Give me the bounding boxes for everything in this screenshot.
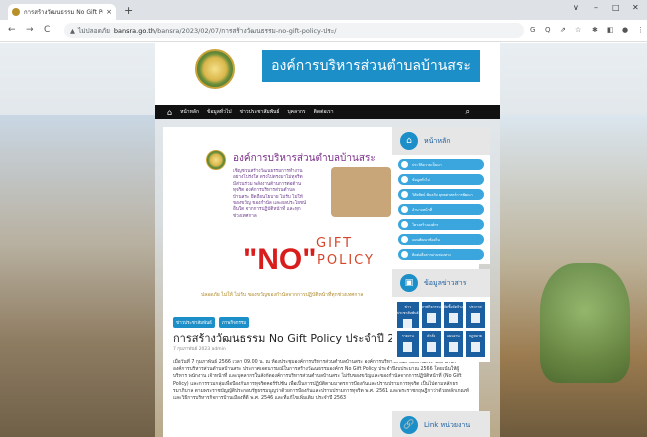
site-brand-banner: องค์การบริหารส่วนตำบลบ้านสระ (262, 50, 480, 82)
poster-no-text: "NO" (243, 243, 317, 276)
share-icon[interactable]: ⇗ (560, 26, 566, 34)
sidebar: ⌂ หน้าหลัก ประวัติความเป็นมา ข้อมูลทั่วไ… (392, 127, 492, 437)
news-grid-item[interactable]: คำสั่ง (421, 331, 441, 357)
site-logo[interactable] (195, 49, 235, 89)
document-icon (448, 313, 458, 323)
not-secure-label: ไม่ปลอดภัย (78, 26, 110, 35)
tab-title: การสร้างวัฒนธรรม No Gift Policy ป (24, 9, 103, 16)
google-lens-icon[interactable]: G (530, 26, 535, 34)
menu-item-contact[interactable]: ติดต่อเรา (314, 108, 334, 116)
tab-search-icon[interactable]: ∨ (573, 3, 579, 12)
site-favicon-icon (12, 8, 20, 16)
poster-footer: ปลอดภัย ไม่ให้ ไม่รับ ของขวัญของกำนัลจาก… (201, 292, 364, 298)
sidebar-link-history[interactable]: ประวัติความเป็นมา (398, 159, 484, 170)
back-button[interactable]: ← (8, 25, 16, 35)
url-field[interactable]: ▲ ไม่ปลอดภัย bansra.go.th /bansra/2023/0… (64, 23, 524, 38)
menu-item-personnel[interactable]: บุคลากร (287, 108, 305, 116)
poster-policy-text: POLICY (317, 253, 375, 268)
sidepanel-icon[interactable]: ◧ (607, 26, 614, 34)
poster-logo (206, 150, 226, 170)
news-grid-item[interactable]: รายงาน (397, 331, 419, 357)
reload-button[interactable]: C (44, 25, 50, 35)
search-icon[interactable]: ⌕ (466, 107, 470, 117)
zoom-icon[interactable]: Q (545, 26, 551, 34)
new-tab-button[interactable]: + (124, 4, 133, 17)
sidebar-news-header: ▣ ข้อมูลข่าวสาร (392, 269, 490, 297)
url-domain: bansra.go.th (113, 26, 155, 35)
document-icon (470, 313, 480, 323)
poster-title: องค์การบริหารส่วนตำบลบ้านสระ (233, 153, 376, 164)
sidebar-link-plan[interactable]: แผนพัฒนาท้องถิ่น (398, 234, 484, 245)
sidebar-links-title: Link หน่วยงาน (424, 420, 471, 429)
site-header: องค์การบริหารส่วนตำบลบ้านสระ (155, 43, 500, 105)
news-grid-item[interactable]: กฎหมาย (465, 331, 485, 357)
home-icon[interactable]: ⌂ (167, 108, 172, 117)
news-grid-item[interactable]: แผนงาน (443, 331, 463, 357)
browser-tab-bar: การสร้างวัฒนธรรม No Gift Policy ป × + ∨ … (0, 0, 647, 20)
document-icon (403, 319, 413, 328)
webpage: องค์การบริหารส่วนตำบลบ้านสระ ⌂ หน้าหลัก … (0, 43, 647, 437)
maximize-button[interactable]: □ (612, 3, 620, 12)
browser-tab[interactable]: การสร้างวัฒนธรรม No Gift Policy ป × (8, 4, 116, 20)
menu-item-general-info[interactable]: ข้อมูลทั่วไป (207, 108, 232, 116)
sidebar-home-title: หน้าหลัก (424, 136, 451, 145)
article-tags: ข่าวประชาสัมพันธ์ ภาพกิจกรรม (173, 317, 250, 328)
news-grid-item[interactable]: ข่าวประชาสัมพันธ์ (397, 302, 419, 328)
news-icon: ▣ (400, 274, 418, 292)
bookmark-star-icon[interactable]: ☆ (575, 26, 581, 34)
close-window-button[interactable]: ✕ (632, 3, 639, 12)
document-icon (426, 342, 436, 352)
not-secure-icon: ▲ (70, 26, 75, 35)
tag-activities[interactable]: ภาพกิจกรรม (218, 317, 250, 328)
tab-close-icon[interactable]: × (106, 8, 112, 16)
document-icon (403, 342, 413, 352)
dragon-statue-image (540, 263, 630, 383)
sidebar-news-box: ▣ ข้อมูลข่าวสาร ข่าวประชาสัมพันธ์ ภาพกิจ… (392, 269, 490, 362)
menu-item-news[interactable]: ข่าวประชาสัมพันธ์ (240, 108, 280, 116)
article-meta: 7 กุมภาพันธ์ 2023 admin (173, 347, 226, 352)
address-bar: ← → C ▲ ไม่ปลอดภัย bansra.go.th /bansra/… (0, 20, 647, 42)
sidebar-home-header: ⌂ หน้าหลัก (392, 127, 490, 155)
minimize-button[interactable]: – (594, 3, 598, 12)
sidebar-link-general[interactable]: ข้อมูลทั่วไป (398, 174, 484, 185)
url-path: /bansra/2023/02/07/การสร้างวัฒนธรรม-no-g… (154, 26, 337, 35)
poster-gift-text: GIFT (316, 236, 354, 251)
sidebar-links-header: 🔗 Link หน่วยงาน (392, 411, 490, 437)
sidebar-links-box: 🔗 Link หน่วยงาน (392, 411, 490, 437)
news-grid-item[interactable]: ภาพกิจกรรม (421, 302, 441, 328)
menu-icon[interactable]: ⋮ (637, 26, 644, 34)
poster-text: เชิญชวนสร้างวัฒนธรรมการทำงาน อย่างโปร่งใ… (233, 169, 307, 219)
temple-background-left (0, 115, 155, 437)
profile-icon[interactable]: ● (622, 26, 628, 34)
news-grid-item[interactable]: จัดซื้อจัดจ้าง (443, 302, 463, 328)
extensions-icon[interactable]: ✱ (592, 26, 598, 34)
link-icon: 🔗 (400, 416, 418, 434)
sidebar-link-channels[interactable]: ติดต่อสื่อสารผ่านช่องทาง (398, 249, 484, 260)
gift-box-image (331, 167, 391, 217)
main-menu: ⌂ หน้าหลัก ข้อมูลทั่วไป ข่าวประชาสัมพันธ… (155, 105, 500, 119)
forward-button[interactable]: → (26, 25, 34, 35)
house-icon: ⌂ (400, 132, 418, 150)
document-icon (470, 342, 480, 352)
sidebar-home-box: ⌂ หน้าหลัก ประวัติความเป็นมา ข้อมูลทั่วไ… (392, 127, 490, 264)
news-grid: ข่าวประชาสัมพันธ์ ภาพกิจกรรม จัดซื้อจัดจ… (392, 297, 490, 362)
sidebar-link-structure[interactable]: โครงสร้างองค์กร (398, 219, 484, 230)
sidebar-news-title: ข้อมูลข่าวสาร (424, 278, 467, 287)
sidebar-link-authority[interactable]: อำนาจหน้าที่ (398, 204, 484, 215)
menu-item-home[interactable]: หน้าหลัก (180, 108, 199, 116)
tag-news[interactable]: ข่าวประชาสัมพันธ์ (173, 317, 215, 328)
news-grid-item[interactable]: ประกาศ (465, 302, 485, 328)
sidebar-link-vision[interactable]: วิสัยทัศน์ พันธกิจ ยุทธศาสตร์การพัฒนา (398, 189, 484, 200)
document-icon (448, 342, 458, 352)
document-icon (426, 313, 436, 323)
